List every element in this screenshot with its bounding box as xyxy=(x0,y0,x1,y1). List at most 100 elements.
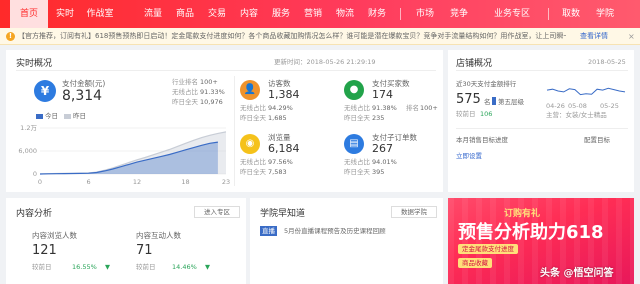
x-tick-label: 12 xyxy=(133,178,141,186)
compare-value: 106 xyxy=(480,110,493,118)
orders-r1-value: 94.01% xyxy=(372,158,397,166)
down-arrow-icon: ▼ xyxy=(105,263,110,271)
data-academy-button[interactable]: 数据学院 xyxy=(391,206,437,218)
nav-trade[interactable]: 交易 xyxy=(204,0,230,28)
x-tick-label: 23 xyxy=(222,178,230,186)
pageviews-r1-value: 97.56% xyxy=(268,158,293,166)
spark-tick-0: 04-26 xyxy=(546,102,565,110)
academy-title: 学院早知道 xyxy=(260,209,306,219)
realtime-title: 实时概况 xyxy=(16,59,53,69)
top-nav: 首页 实时 作战室 流量 商品 交易 内容 服务 营销 物流 财务 市场 竞争 … xyxy=(0,0,640,28)
buyer-icon: ● xyxy=(344,80,364,100)
nav-service[interactable]: 服务 xyxy=(268,0,294,28)
nav-war-room[interactable]: 作战室 xyxy=(82,0,118,28)
academy-item[interactable]: 5月份直播课程预告及历史课程回顾 xyxy=(284,227,386,236)
content-interact-value: 71 xyxy=(136,243,153,258)
buyers-r1-value: 91.38% xyxy=(372,104,397,112)
rank-unit: 名 xyxy=(484,98,491,106)
sparkline-path xyxy=(546,87,626,96)
spark-tick-1: 05-08 xyxy=(568,102,587,110)
visitors-r1-label: 无线占比 xyxy=(240,104,266,112)
pageviews-value: 6,184 xyxy=(268,142,300,155)
content-interact-compare-value: 14.46% xyxy=(172,263,197,271)
buyers-rank-label: 排名 xyxy=(406,104,419,112)
x-tick-label: 0 xyxy=(38,178,42,186)
compare-label: 较前日 xyxy=(456,110,476,118)
pay-amount-value: 8,314 xyxy=(62,88,103,104)
nav-realtime[interactable]: 实时 xyxy=(52,0,78,28)
nav-competition[interactable]: 竞争 xyxy=(444,0,474,28)
divider xyxy=(234,76,235,186)
notice-detail-link[interactable]: 查看详情 xyxy=(580,31,608,42)
nav-business-zone[interactable]: 业务专区 xyxy=(490,0,534,28)
user-icon: 👤 xyxy=(240,80,260,100)
nav-goods[interactable]: 商品 xyxy=(172,0,198,28)
watermark-text: 头条 @悟空问答 xyxy=(540,268,614,279)
nav-market[interactable]: 市场 xyxy=(410,0,440,28)
legend-today-label[interactable]: 今日 xyxy=(45,112,58,121)
nav-academy[interactable]: 学院 xyxy=(590,0,620,28)
divider xyxy=(456,70,628,71)
industry-rank-value: 100+ xyxy=(200,78,218,86)
orders-r2-label: 昨日全天 xyxy=(344,168,370,176)
notice-bar: ! 【官方推荐，订阅有礼】618预售预热即日启动！定金尾款支付进度如何？各个商品… xyxy=(0,28,640,45)
nav-divider xyxy=(400,8,401,20)
banner-line2: 商品收藏 xyxy=(458,258,492,268)
wireless-value: 91.33% xyxy=(200,88,225,96)
yesterday-value: 10,976 xyxy=(200,98,223,106)
buyers-rank-value: 100+ xyxy=(420,104,438,112)
divider xyxy=(456,128,628,129)
nav-logistics[interactable]: 物流 xyxy=(332,0,358,28)
academy-panel: 学院早知道 数据学院 直播 5月份直播课程预告及历史课程回顾 xyxy=(250,198,443,284)
promo-banner[interactable]: 订购有礼 预售分析助力618 定金尾款支付进度 商品收藏 头条 @悟空问答 xyxy=(448,198,634,284)
visitors-r2-label: 昨日全天 xyxy=(240,114,266,122)
close-icon[interactable]: × xyxy=(628,31,635,42)
nav-divider xyxy=(548,8,549,20)
yen-icon: ¥ xyxy=(34,80,56,102)
store-title: 店铺概况 xyxy=(456,59,493,69)
config-target-link[interactable]: 配置目标 xyxy=(584,136,610,145)
enter-zone-button[interactable]: 进入专区 xyxy=(194,206,240,218)
layer-label: 第五层级 xyxy=(498,98,524,106)
eye-icon: ◉ xyxy=(240,134,260,154)
pageviews-r1-label: 无线占比 xyxy=(240,158,266,166)
nav-finance[interactable]: 财务 xyxy=(364,0,390,28)
order-icon: ▤ xyxy=(344,134,364,154)
realtime-update-time: 更新时间：2018-05-26 21:29:19 xyxy=(274,58,376,66)
pageviews-r2-value: 7,583 xyxy=(268,168,287,176)
buyers-value: 174 xyxy=(372,88,393,101)
y-tick-label: 6,000 xyxy=(18,147,37,155)
nav-home[interactable]: 首页 xyxy=(10,0,48,28)
content-views-compare-label: 较前日 xyxy=(32,263,52,271)
legend-yesterday-label[interactable]: 昨日 xyxy=(73,112,86,121)
store-update-date: 2018-05-25 xyxy=(588,58,626,66)
set-target-link[interactable]: 立即设置 xyxy=(456,152,482,161)
yesterday-label: 昨日全天 xyxy=(172,98,198,106)
live-tag: 直播 xyxy=(260,226,277,236)
nav-fetch-data[interactable]: 取数 xyxy=(556,0,586,28)
banner-line1: 定金尾款支付进度 xyxy=(458,244,518,254)
visitors-r2-value: 1,685 xyxy=(268,114,287,122)
down-arrow-icon: ▼ xyxy=(205,263,210,271)
orders-r2-value: 395 xyxy=(372,168,385,176)
content-interact-label: 内容互动人数 xyxy=(136,231,181,240)
buyers-r1-label: 无线占比 xyxy=(344,104,370,112)
buyers-r2-value: 235 xyxy=(372,114,385,122)
buyers-r2-label: 昨日全天 xyxy=(344,114,370,122)
divider xyxy=(16,70,436,71)
legend-yesterday-swatch xyxy=(64,114,71,119)
content-views-compare-value: 16.55% xyxy=(72,263,97,271)
rank-value: 575 xyxy=(456,92,481,107)
sales-target-label: 本月销售目标进度 xyxy=(456,136,508,144)
nav-traffic[interactable]: 流量 xyxy=(140,0,166,28)
realtime-panel: 实时概况 更新时间：2018-05-26 21:29:19 ¥ 支付金额(元) … xyxy=(6,50,443,192)
orders-value: 267 xyxy=(372,142,393,155)
visitors-r1-value: 94.29% xyxy=(268,104,293,112)
y-tick-label: 0 xyxy=(33,170,37,178)
x-tick-label: 6 xyxy=(86,178,90,186)
nav-content[interactable]: 内容 xyxy=(236,0,262,28)
category-label: 主营：女装/女士精品 xyxy=(546,111,607,119)
content-views-value: 121 xyxy=(32,243,57,258)
spark-tick-2: 05-25 xyxy=(600,102,619,110)
nav-marketing[interactable]: 营销 xyxy=(300,0,326,28)
